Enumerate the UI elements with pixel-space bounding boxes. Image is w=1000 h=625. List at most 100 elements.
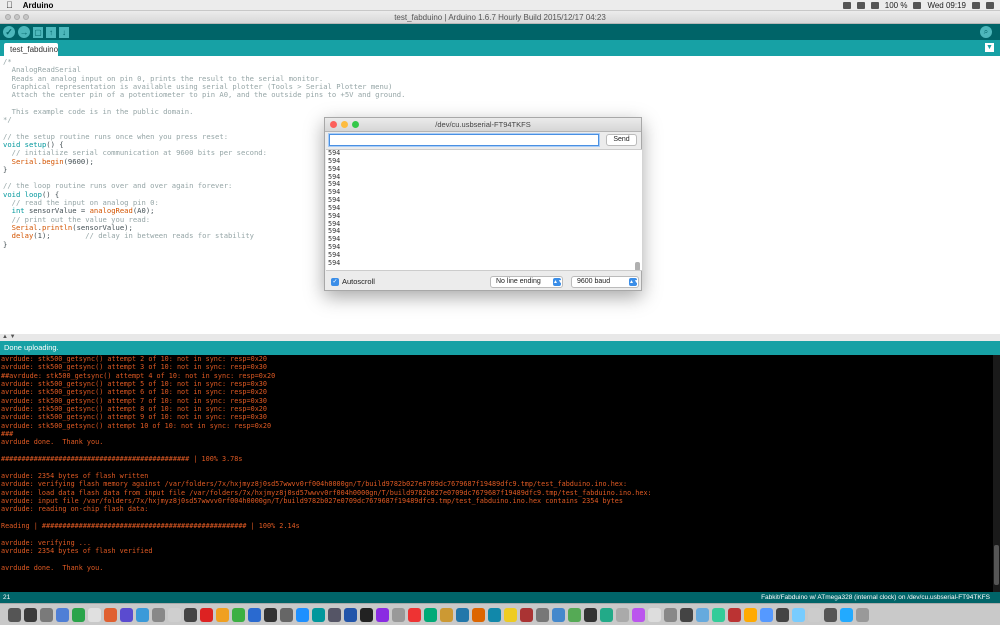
- dock-app-icon[interactable]: [344, 607, 357, 622]
- dock-app-icon[interactable]: [104, 607, 117, 622]
- dock-app-icon[interactable]: [328, 607, 341, 622]
- dock-app-icon[interactable]: [200, 607, 213, 622]
- dock-app-icon[interactable]: [408, 607, 421, 622]
- serial-output[interactable]: 594 594 594 594 594 594 594 594 594 594 …: [326, 149, 642, 271]
- dock-app-icon[interactable]: [552, 607, 565, 622]
- serial-input[interactable]: [329, 134, 599, 146]
- zoom-button[interactable]: [23, 14, 29, 20]
- dock-app-icon[interactable]: [856, 607, 869, 622]
- clock[interactable]: Wed 09:19: [927, 1, 966, 10]
- apple-icon[interactable]: : [6, 0, 13, 10]
- dock-app-icon[interactable]: [616, 607, 629, 622]
- dock-app-icon[interactable]: [440, 607, 453, 622]
- tab-menu-button[interactable]: ▼: [985, 43, 994, 52]
- serial-line: 594: [328, 156, 341, 165]
- app-menu[interactable]: Arduino: [23, 1, 54, 10]
- console-line: ###: [1, 430, 14, 439]
- output-console[interactable]: avrdude: stk500_getsync() attempt 2 of 1…: [0, 355, 1000, 592]
- dock-app-icon[interactable]: [360, 607, 373, 622]
- dock-app-icon[interactable]: [600, 607, 613, 622]
- dock-app-icon[interactable]: [216, 607, 229, 622]
- dock-app-icon[interactable]: [696, 607, 709, 622]
- dock-app-icon[interactable]: [840, 607, 853, 622]
- dock-app-icon[interactable]: [728, 607, 741, 622]
- dock-app-icon[interactable]: [776, 607, 789, 622]
- serial-line: 594: [328, 196, 341, 205]
- dock-app-icon[interactable]: [24, 607, 37, 622]
- zoom-button[interactable]: [352, 121, 359, 128]
- dock-app-icon[interactable]: [536, 607, 549, 622]
- dock-app-icon[interactable]: [184, 607, 197, 622]
- dock-app-icon[interactable]: [792, 607, 805, 622]
- dock-app-icon[interactable]: [136, 607, 149, 622]
- upload-button[interactable]: →: [18, 26, 30, 38]
- dock-app-icon[interactable]: [680, 607, 693, 622]
- send-button[interactable]: Send: [606, 134, 637, 146]
- status-icon[interactable]: [856, 1, 865, 9]
- minimize-button[interactable]: [341, 121, 348, 128]
- dock-app-icon[interactable]: [648, 607, 661, 622]
- baud-rate-select[interactable]: 9600 baud ▲▼: [571, 276, 639, 288]
- dock-app-icon[interactable]: [424, 607, 437, 622]
- dock-app-icon[interactable]: [520, 607, 533, 622]
- dock-app-icon[interactable]: [504, 607, 517, 622]
- board-status-bar: 21 Fabkit/Fabduino w/ ATmega328 (interna…: [0, 592, 1000, 603]
- dock-app-icon[interactable]: [632, 607, 645, 622]
- spotlight-icon[interactable]: [972, 1, 980, 9]
- dock-app-icon[interactable]: [488, 607, 501, 622]
- battery-percent[interactable]: 100 %: [885, 1, 908, 10]
- dock-app-icon[interactable]: [40, 607, 53, 622]
- dock-app-icon[interactable]: [456, 607, 469, 622]
- close-button[interactable]: [5, 14, 11, 20]
- close-button[interactable]: [330, 121, 337, 128]
- save-button[interactable]: ↓: [59, 26, 69, 38]
- serial-scrollbar[interactable]: [635, 150, 641, 270]
- scrollbar-thumb[interactable]: [635, 262, 640, 270]
- chevron-down-icon: ▲▼: [629, 278, 639, 286]
- serial-monitor-button[interactable]: ⌕: [980, 26, 992, 38]
- battery-icon[interactable]: [913, 1, 922, 9]
- tab-test-fabduino[interactable]: test_fabduino: [4, 43, 58, 56]
- dock-app-icon[interactable]: [392, 607, 405, 622]
- dock-app-icon[interactable]: [808, 607, 821, 622]
- minimize-button[interactable]: [14, 14, 20, 20]
- notification-center-icon[interactable]: [986, 1, 994, 9]
- new-button[interactable]: ▢: [33, 26, 43, 38]
- dock-app-icon[interactable]: [88, 607, 101, 622]
- open-button[interactable]: ↑: [46, 26, 56, 38]
- dock-app-icon[interactable]: [8, 607, 21, 622]
- wifi-icon[interactable]: [870, 1, 879, 9]
- dock-app-icon[interactable]: [120, 607, 133, 622]
- dock-app-icon[interactable]: [232, 607, 245, 622]
- console-text: avrdude: stk500_getsync() attempt 2 of 1…: [0, 355, 1000, 572]
- status-icon[interactable]: [842, 1, 851, 9]
- dock-app-icon[interactable]: [72, 607, 85, 622]
- code-line: This example code is in the public domai…: [3, 106, 194, 116]
- dock-app-icon[interactable]: [472, 607, 485, 622]
- dock-app-icon[interactable]: [56, 607, 69, 622]
- dock-app-icon[interactable]: [760, 607, 773, 622]
- verify-button[interactable]: ✓: [3, 26, 15, 38]
- autoscroll-checkbox[interactable]: ✓: [331, 278, 339, 286]
- console-line: avrdude: 2354 bytes of flash verified: [1, 546, 153, 555]
- dock-app-icon[interactable]: [152, 607, 165, 622]
- dock-app-icon[interactable]: [584, 607, 597, 622]
- dock-app-icon[interactable]: [248, 607, 261, 622]
- scrollbar-thumb[interactable]: [994, 545, 999, 585]
- dock-app-icon[interactable]: [568, 607, 581, 622]
- dock-app-icon[interactable]: [312, 607, 325, 622]
- console-line: ########################################…: [1, 455, 243, 464]
- dock-app-icon[interactable]: [280, 607, 293, 622]
- editor-console-divider[interactable]: ▲ ▼: [0, 334, 1000, 341]
- dock-app-icon[interactable]: [824, 607, 837, 622]
- dock-app-icon[interactable]: [296, 607, 309, 622]
- dock-app-icon[interactable]: [664, 607, 677, 622]
- line-ending-select[interactable]: No line ending ▲▼: [490, 276, 563, 288]
- dock-app-icon[interactable]: [712, 607, 725, 622]
- console-scrollbar[interactable]: [993, 355, 1000, 592]
- dock-app-icon[interactable]: [376, 607, 389, 622]
- console-line: avrdude: load data flash data from input…: [1, 488, 652, 497]
- dock-app-icon[interactable]: [264, 607, 277, 622]
- dock-app-icon[interactable]: [168, 607, 181, 622]
- dock-app-icon[interactable]: [744, 607, 757, 622]
